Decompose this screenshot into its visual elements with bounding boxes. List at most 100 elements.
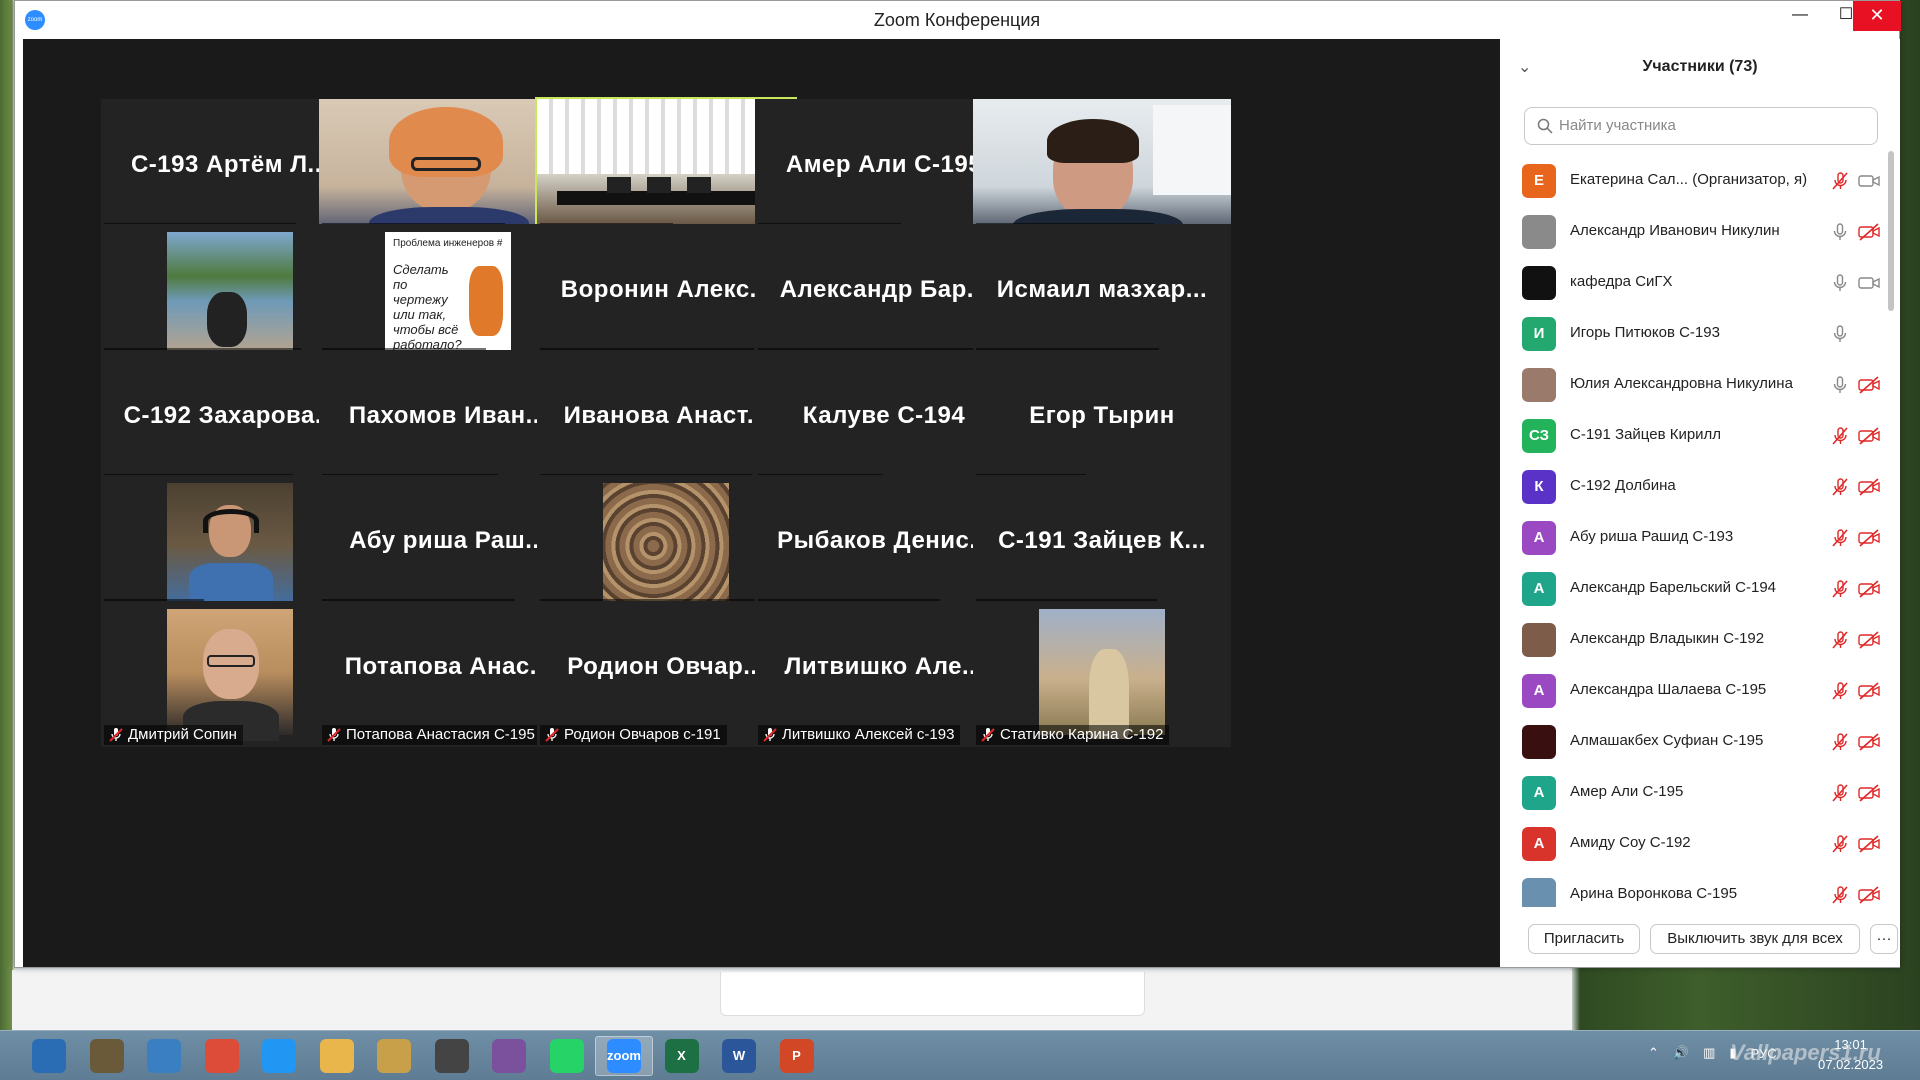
participant-row[interactable]: А Абу риша Рашид С-193 bbox=[1500, 512, 1890, 563]
participant-list[interactable]: Е Екатерина Сал... (Организатор, я) Алекса… bbox=[1500, 155, 1890, 907]
minimize-button[interactable]: — bbox=[1777, 1, 1823, 31]
participant-row[interactable]: А Александр Барельский С-194 bbox=[1500, 563, 1890, 614]
mic-muted-icon[interactable] bbox=[1830, 834, 1850, 854]
search-icon bbox=[1537, 118, 1553, 134]
video-tile[interactable]: Исмаил мазхар...Исмаил мазхар С-195 bbox=[973, 224, 1231, 370]
avatar bbox=[1522, 878, 1556, 907]
taskbar-photos-button[interactable] bbox=[78, 1036, 136, 1076]
taskbar-task-manager-button[interactable] bbox=[20, 1036, 78, 1076]
camera-icon[interactable] bbox=[1858, 171, 1880, 191]
taskbar-explorer-button[interactable] bbox=[308, 1036, 366, 1076]
avatar: Е bbox=[1522, 164, 1556, 198]
camera-off-icon[interactable] bbox=[1858, 630, 1880, 650]
participant-name: Игорь Питюков С-193 bbox=[1570, 324, 1720, 341]
avatar: А bbox=[1522, 572, 1556, 606]
chevron-up-icon[interactable]: ⌃ bbox=[1648, 1045, 1659, 1061]
camera-off-icon[interactable] bbox=[1858, 222, 1880, 242]
taskbar-chrome-button[interactable] bbox=[193, 1036, 251, 1076]
participant-row[interactable]: К С-192 Долбина bbox=[1500, 461, 1890, 512]
mic-icon[interactable] bbox=[1830, 375, 1850, 395]
taskbar-speaker-button[interactable] bbox=[423, 1036, 481, 1076]
avatar bbox=[1522, 368, 1556, 402]
mic-muted-icon[interactable] bbox=[1830, 732, 1850, 752]
taskbar-word-button[interactable]: W bbox=[710, 1036, 768, 1076]
camera-off-icon[interactable] bbox=[1858, 783, 1880, 803]
participant-row[interactable]: Юлия Александровна Никулина bbox=[1500, 359, 1890, 410]
tile-name: Егор Тырин bbox=[1029, 402, 1175, 429]
participant-row[interactable]: Александр Владыкин С-192 bbox=[1500, 614, 1890, 665]
participant-row[interactable]: СЗ С-191 Зайцев Кирилл bbox=[1500, 410, 1890, 461]
camera-off-icon[interactable] bbox=[1858, 885, 1880, 905]
avatar: К bbox=[1522, 470, 1556, 504]
volume-icon[interactable]: 🔊 bbox=[1673, 1045, 1689, 1061]
task-manager-icon bbox=[32, 1039, 66, 1073]
camera-off-icon[interactable] bbox=[1858, 579, 1880, 599]
taskbar-excel-button[interactable]: X bbox=[653, 1036, 711, 1076]
camera-off-icon[interactable] bbox=[1858, 732, 1880, 752]
tile-label-text: Родион Овчаров с-191 bbox=[564, 726, 721, 743]
camera-off-icon[interactable] bbox=[1858, 375, 1880, 395]
powerpoint-icon: P bbox=[779, 1039, 814, 1073]
mic-muted-icon[interactable] bbox=[1830, 171, 1850, 191]
tile-name: Исмаил мазхар... bbox=[996, 276, 1208, 303]
mic-muted-icon bbox=[762, 727, 778, 743]
camera-off-icon[interactable] bbox=[1858, 477, 1880, 497]
taskbar-viber-button[interactable] bbox=[480, 1036, 538, 1076]
viber-icon bbox=[492, 1039, 526, 1073]
participants-title: Участники (73) bbox=[1642, 58, 1758, 75]
mic-muted-icon[interactable] bbox=[1830, 681, 1850, 701]
participant-row[interactable]: Арина Воронкова С-195 bbox=[1500, 869, 1890, 907]
tile-label-text: Стативко Карина С-192 bbox=[1000, 726, 1164, 743]
mic-muted-icon[interactable] bbox=[1830, 579, 1850, 599]
explorer-icon bbox=[319, 1039, 354, 1073]
invite-button[interactable]: Пригласить bbox=[1528, 924, 1640, 954]
taskbar-mail-button[interactable] bbox=[250, 1036, 308, 1076]
participant-row[interactable]: Е Екатерина Сал... (Организатор, я) bbox=[1500, 155, 1890, 206]
participant-row[interactable]: Александр Иванович Никулин bbox=[1500, 206, 1890, 257]
mic-icon[interactable] bbox=[1830, 273, 1850, 293]
camera-icon[interactable] bbox=[1858, 273, 1880, 293]
mic-icon[interactable] bbox=[1830, 324, 1850, 344]
camera-off-icon[interactable] bbox=[1858, 681, 1880, 701]
mic-muted-icon bbox=[108, 727, 124, 743]
mute-all-button[interactable]: Выключить звук для всех bbox=[1650, 924, 1860, 954]
mic-muted-icon[interactable] bbox=[1830, 783, 1850, 803]
participant-name: кафедра СиГХ bbox=[1570, 273, 1673, 290]
taskbar-whatsapp-button[interactable] bbox=[538, 1036, 596, 1076]
mic-muted-icon[interactable] bbox=[1830, 477, 1850, 497]
mic-icon[interactable] bbox=[1830, 222, 1850, 242]
mic-muted-icon bbox=[326, 727, 342, 743]
camera-off-icon[interactable] bbox=[1858, 834, 1880, 854]
more-options-button[interactable]: ··· bbox=[1870, 924, 1898, 954]
avatar bbox=[1522, 725, 1556, 759]
participant-scrollbar[interactable] bbox=[1888, 151, 1894, 311]
mic-muted-icon[interactable] bbox=[1830, 528, 1850, 548]
participant-row[interactable]: Алмашакбех Суфиан С-195 bbox=[1500, 716, 1890, 767]
video-tile[interactable]: Стативко Карина С-192 bbox=[973, 601, 1231, 747]
tile-label: Стативко Карина С-192 bbox=[976, 725, 1170, 745]
participant-name: Амиду Соу С-192 bbox=[1570, 834, 1691, 851]
taskbar-powerpoint-button[interactable]: P bbox=[768, 1036, 826, 1076]
participant-row[interactable]: И Игорь Питюков С-193 bbox=[1500, 308, 1890, 359]
taskbar-photo-viewer-button[interactable] bbox=[365, 1036, 423, 1076]
participant-row[interactable]: А Амиду Соу С-192 bbox=[1500, 818, 1890, 869]
close-button[interactable]: ✕ bbox=[1853, 1, 1901, 31]
network-icon[interactable]: ▥ bbox=[1703, 1045, 1715, 1061]
participant-search-input[interactable]: Найти участника bbox=[1524, 107, 1878, 145]
video-tile[interactable]: С-191 Зайцев К...С-191 Зайцев Кирилл bbox=[973, 475, 1231, 621]
taskbar-zoom-button[interactable]: zoom bbox=[595, 1036, 653, 1076]
camera-off-icon[interactable] bbox=[1858, 426, 1880, 446]
mic-muted-icon[interactable] bbox=[1830, 630, 1850, 650]
taskbar-audio-button[interactable] bbox=[135, 1036, 193, 1076]
search-placeholder: Найти участника bbox=[1559, 117, 1676, 134]
participant-row[interactable]: А Александра Шалаева С-195 bbox=[1500, 665, 1890, 716]
participant-name: Амер Али С-195 bbox=[1570, 783, 1684, 800]
background-card bbox=[720, 972, 1145, 1016]
participant-row[interactable]: А Амер Али С-195 bbox=[1500, 767, 1890, 818]
avatar bbox=[1522, 623, 1556, 657]
mic-muted-icon[interactable] bbox=[1830, 885, 1850, 905]
avatar bbox=[1522, 215, 1556, 249]
camera-off-icon[interactable] bbox=[1858, 528, 1880, 548]
participant-row[interactable]: кафедра СиГХ bbox=[1500, 257, 1890, 308]
mic-muted-icon[interactable] bbox=[1830, 426, 1850, 446]
